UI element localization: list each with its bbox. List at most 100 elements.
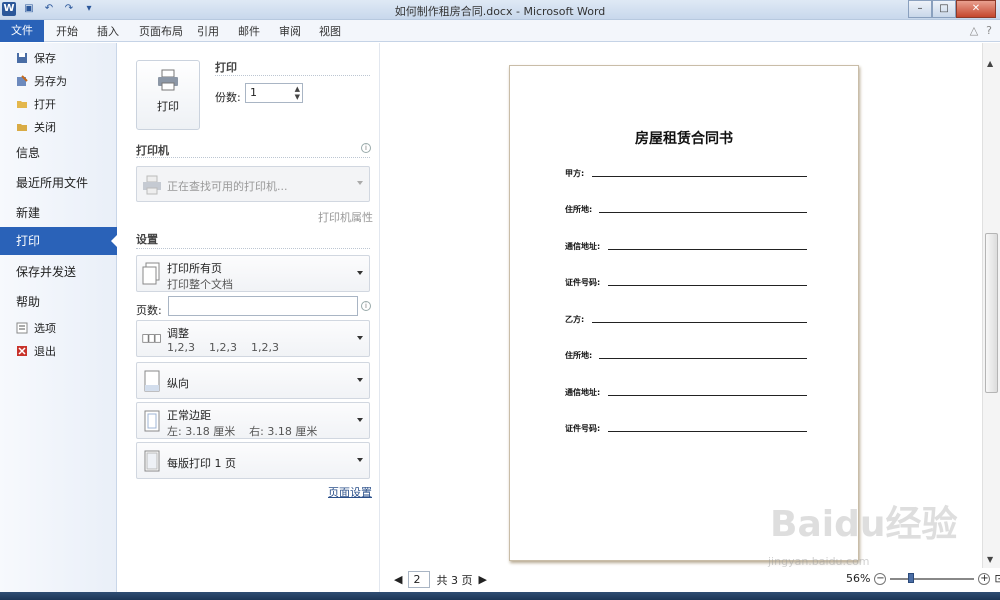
scroll-up-icon[interactable]: ▲	[987, 59, 993, 68]
info-icon[interactable]: i	[361, 301, 371, 311]
minimize-button[interactable]: –	[908, 0, 932, 18]
fill-line	[599, 358, 807, 359]
nav-close[interactable]: 关闭	[16, 119, 133, 135]
field-mail-b: 通信地址:	[565, 387, 807, 398]
field-party-a: 甲方:	[565, 168, 807, 179]
nav-save-as[interactable]: 另存为	[16, 73, 133, 89]
fill-line	[608, 431, 807, 432]
chevron-down-icon	[357, 270, 363, 278]
maximize-button[interactable]: □	[932, 0, 956, 18]
fill-line	[608, 249, 807, 250]
nav-exit[interactable]: 退出	[16, 343, 133, 359]
nav-save-as-label: 另存为	[34, 75, 67, 88]
preview-page: 房屋租赁合同书 甲方: 住所地: 通信地址: 证件号码: 乙方: 住所地: 通信…	[509, 65, 859, 561]
close-button[interactable]: ✕	[956, 0, 996, 18]
portrait-icon	[144, 370, 160, 392]
fill-line	[608, 285, 807, 286]
printer-icon	[158, 69, 178, 91]
copies-value: 1	[250, 86, 257, 99]
fit-page-icon[interactable]: ⊡	[994, 572, 1000, 585]
save-icon	[17, 53, 27, 63]
zoom-slider-knob[interactable]	[908, 572, 915, 583]
zoom-control: 56% − + ⊡	[846, 572, 1000, 585]
previous-page-icon[interactable]: ◀	[394, 573, 402, 586]
printer-dropdown[interactable]: 正在查找可用的打印机...	[136, 166, 370, 202]
title-bar: W ▣ ↶ ↷ ▾ 如何制作租房合同.docx - Microsoft Word…	[0, 0, 1000, 20]
tab-review[interactable]: 审阅	[279, 23, 301, 39]
help-icon[interactable]: ?	[986, 24, 992, 37]
divider	[215, 75, 370, 76]
field-id-b: 证件号码:	[565, 423, 807, 434]
nav-options-label: 选项	[34, 322, 56, 335]
nav-open[interactable]: 打开	[16, 96, 133, 112]
print-range-dropdown[interactable]: 打印所有页 打印整个文档	[136, 255, 370, 292]
taskbar	[0, 592, 1000, 600]
nav-save-send[interactable]: 保存并发送	[16, 263, 133, 280]
chevron-down-icon	[357, 377, 363, 385]
nav-new[interactable]: 新建	[16, 204, 133, 221]
pages-per-sheet-dropdown[interactable]: 每版打印 1 页	[136, 442, 370, 479]
tab-home[interactable]: 开始	[56, 23, 78, 39]
field-party-b: 乙方:	[565, 314, 807, 325]
nav-print[interactable]: 打印	[0, 227, 118, 255]
tab-insert[interactable]: 插入	[97, 23, 119, 39]
zoom-in-icon[interactable]: +	[978, 572, 991, 585]
printer-properties-link[interactable]: 打印机属性	[318, 209, 373, 225]
ribbon-tabs: 文件 开始 插入 页面布局 引用 邮件 审阅 视图 △ ?	[0, 20, 1000, 42]
field-address-b: 住所地:	[565, 350, 807, 361]
tab-file[interactable]: 文件	[0, 20, 44, 42]
field-label: 通信地址:	[565, 242, 601, 251]
collate-dropdown[interactable]: 调整 1,2,3 1,2,3 1,2,3	[136, 320, 370, 357]
info-icon[interactable]: i	[361, 143, 371, 153]
scroll-down-icon[interactable]: ▼	[987, 555, 993, 564]
current-page-input[interactable]: 2	[408, 571, 431, 588]
nav-close-label: 关闭	[34, 121, 56, 134]
print-button[interactable]: 打印	[136, 60, 200, 130]
print-range-main: 打印所有页	[167, 262, 222, 275]
tab-view[interactable]: 视图	[319, 23, 341, 39]
options-icon	[16, 322, 28, 334]
nav-info[interactable]: 信息	[16, 144, 133, 161]
fill-line	[599, 212, 807, 213]
fill-line	[592, 176, 807, 177]
window-title: 如何制作租房合同.docx - Microsoft Word	[394, 5, 606, 18]
margins-dropdown[interactable]: 正常边距 左: 3.18 厘米 右: 3.18 厘米	[136, 402, 370, 439]
zoom-slider[interactable]	[890, 572, 975, 583]
printer-section-title: 打印机	[136, 144, 169, 157]
tab-page-layout[interactable]: 页面布局	[139, 23, 183, 39]
document-title: 房屋租赁合同书	[635, 131, 733, 147]
minimize-ribbon-icon[interactable]: △	[970, 24, 978, 37]
zoom-out-icon[interactable]: −	[874, 572, 887, 585]
nav-recent[interactable]: 最近所用文件	[16, 174, 133, 191]
copies-label: 份数:	[215, 91, 241, 104]
nav-options[interactable]: 选项	[16, 320, 133, 336]
field-label: 住所地:	[565, 351, 593, 360]
nav-save[interactable]: 保存	[16, 50, 133, 66]
print-settings-panel: 打印 打印 份数: 1 ▲ ▼ 打印机 i 正在查找可用的打印机... 打印机属性…	[118, 43, 380, 600]
collate-sub: 1,2,3 1,2,3 1,2,3	[167, 341, 279, 354]
print-range-sub: 打印整个文档	[167, 278, 233, 291]
page-setup-link[interactable]: 页面设置	[328, 484, 372, 500]
next-page-icon[interactable]: ▶	[478, 573, 486, 586]
total-pages: 共 3 页	[436, 573, 473, 587]
nav-help[interactable]: 帮助	[16, 293, 133, 310]
chevron-down-icon	[357, 457, 363, 465]
printer-icon	[143, 175, 161, 195]
tab-mailings[interactable]: 邮件	[238, 23, 260, 39]
scroll-thumb[interactable]	[985, 233, 998, 393]
orientation-dropdown[interactable]: 纵向	[136, 362, 370, 399]
divider	[136, 157, 370, 158]
field-label: 乙方:	[565, 315, 585, 324]
copies-spinner[interactable]: 1 ▲ ▼	[245, 83, 303, 103]
pages-input[interactable]	[168, 296, 358, 316]
margins-icon	[144, 410, 160, 432]
exit-icon	[17, 346, 27, 356]
spinner-arrows-icon[interactable]: ▲ ▼	[295, 85, 300, 101]
field-id-a: 证件号码:	[565, 277, 807, 288]
collate-main: 调整	[167, 327, 189, 340]
vertical-scrollbar[interactable]: ▲ ▼	[982, 43, 1000, 568]
tab-references[interactable]: 引用	[197, 23, 219, 39]
pages-label: 页数:	[136, 304, 162, 317]
pages-icon	[142, 262, 160, 285]
baidu-watermark-logo: Baidu经验	[770, 504, 958, 545]
